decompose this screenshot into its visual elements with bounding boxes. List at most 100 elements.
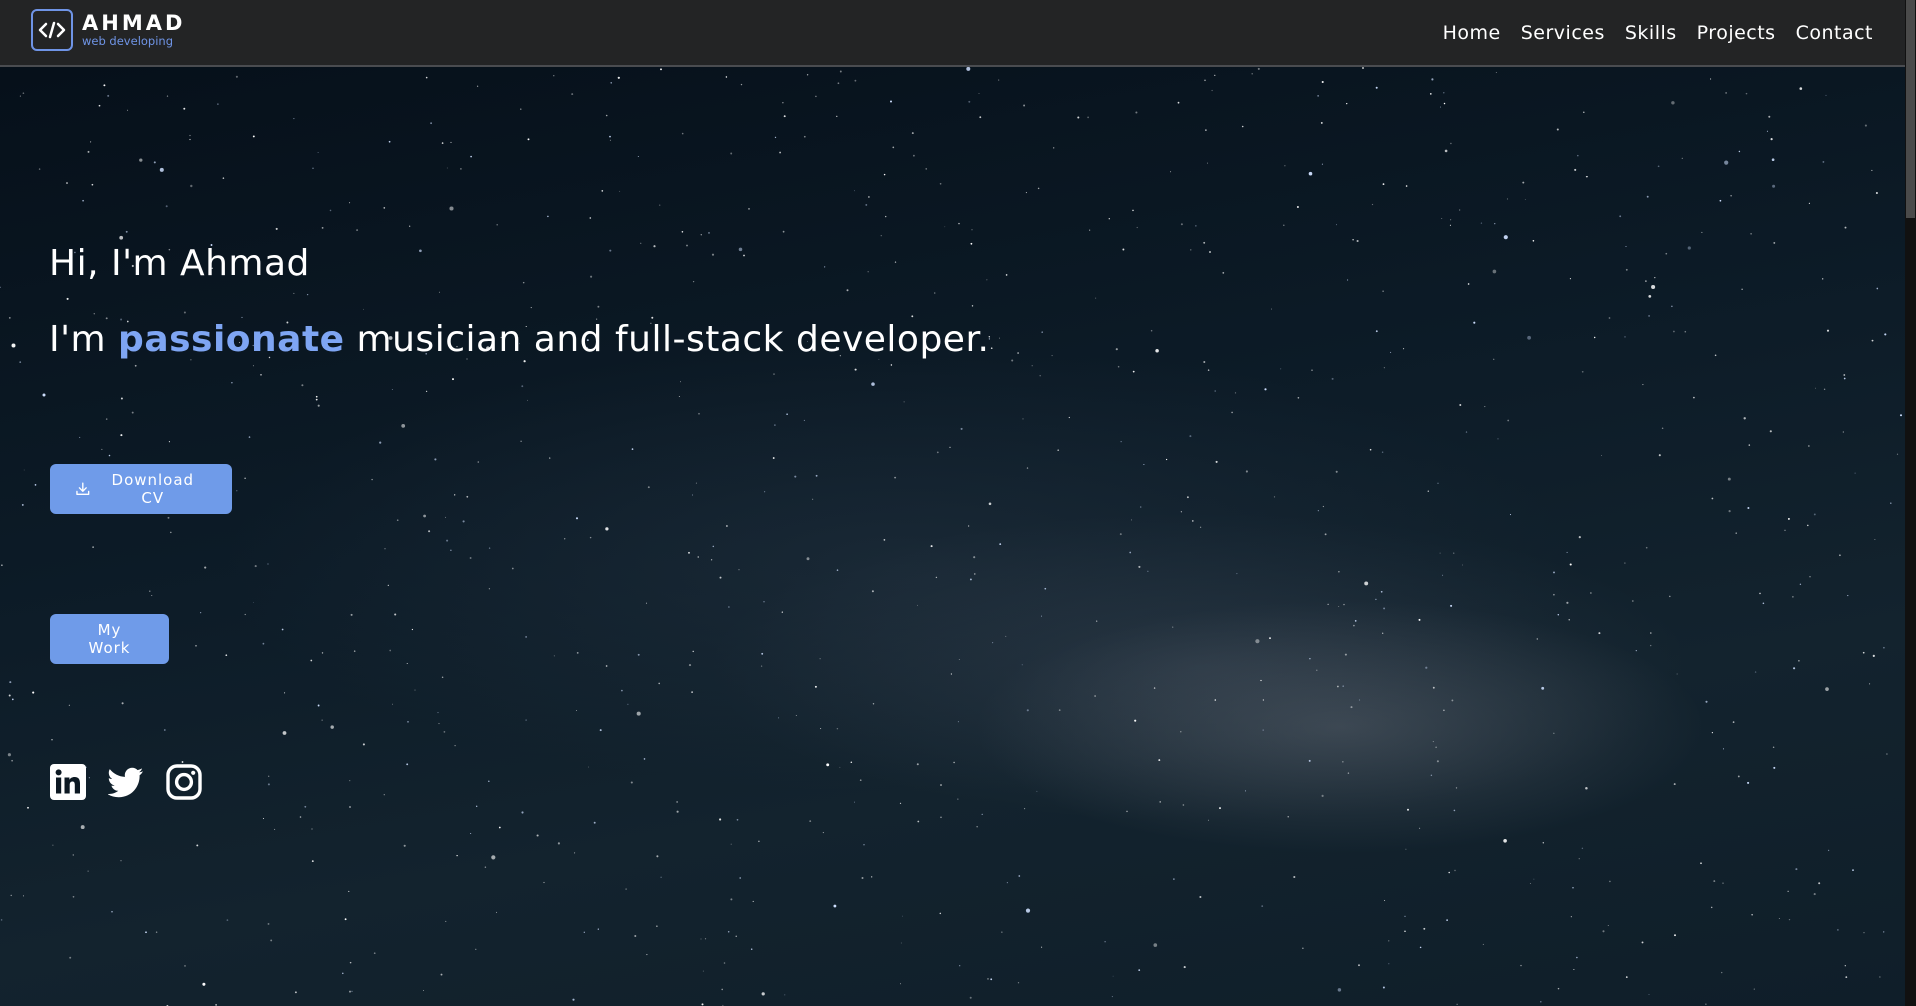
star — [1826, 329, 1830, 332]
star — [1219, 807, 1221, 810]
star — [1450, 142, 1452, 145]
star — [1453, 552, 1455, 554]
my-work-button[interactable]: My Work — [50, 614, 169, 664]
star — [476, 85, 479, 87]
star — [306, 293, 309, 296]
my-work-label: My Work — [88, 621, 131, 657]
tagline-suffix: musician and full-stack developer. — [356, 319, 990, 360]
star — [1390, 351, 1392, 353]
star — [1382, 986, 1385, 989]
star — [880, 235, 882, 237]
star — [861, 877, 864, 879]
star — [794, 475, 797, 478]
download-cv-label: Download CV — [111, 471, 195, 507]
star — [394, 613, 397, 616]
star — [235, 75, 238, 78]
star — [1542, 842, 1544, 844]
star — [1432, 686, 1435, 689]
star — [1308, 759, 1311, 762]
star — [438, 291, 440, 293]
star — [1309, 658, 1311, 660]
star — [1436, 760, 1439, 763]
star — [998, 79, 1000, 81]
star — [894, 476, 897, 479]
star — [782, 230, 785, 233]
star — [1186, 496, 1189, 499]
star — [1566, 551, 1568, 553]
star — [1773, 766, 1776, 769]
star — [761, 992, 765, 996]
star — [854, 79, 857, 82]
star — [170, 531, 172, 534]
nav-contact[interactable]: Contact — [1796, 22, 1873, 44]
star — [1568, 619, 1570, 621]
star — [23, 469, 25, 471]
star — [1648, 295, 1652, 298]
star — [1405, 848, 1407, 850]
star — [1576, 956, 1578, 959]
star — [1172, 626, 1174, 628]
star — [1126, 810, 1128, 813]
star — [1541, 686, 1545, 690]
star — [903, 401, 905, 403]
star — [1730, 195, 1732, 197]
star — [1155, 348, 1159, 353]
star — [973, 556, 976, 559]
star — [1026, 709, 1029, 712]
star — [1608, 317, 1611, 319]
star — [1138, 969, 1141, 971]
star — [1342, 685, 1344, 687]
star — [969, 578, 972, 581]
code-icon — [31, 9, 73, 51]
star — [1429, 93, 1432, 95]
brand-tagline: web developing — [82, 33, 174, 48]
star — [883, 173, 886, 176]
nav-skills[interactable]: Skills — [1625, 22, 1677, 44]
linkedin-link[interactable] — [50, 764, 86, 800]
star — [589, 217, 592, 219]
star — [1382, 183, 1385, 185]
brand-logo[interactable]: AHMAD web developing — [31, 9, 185, 51]
star — [1095, 297, 1097, 299]
star — [812, 498, 814, 500]
star — [786, 413, 788, 415]
star — [1297, 396, 1300, 399]
star — [1418, 618, 1421, 621]
star — [1439, 552, 1441, 554]
star — [1650, 632, 1652, 634]
star — [992, 642, 994, 644]
star — [778, 717, 780, 719]
star — [27, 806, 29, 809]
star — [475, 948, 477, 950]
star — [574, 852, 576, 854]
nav-services[interactable]: Services — [1521, 22, 1605, 44]
star — [241, 316, 243, 318]
star — [969, 996, 972, 999]
instagram-link[interactable] — [166, 764, 202, 800]
download-cv-button[interactable]: Download CV — [50, 464, 232, 514]
nav-home[interactable]: Home — [1443, 22, 1501, 44]
star — [1214, 699, 1217, 701]
star — [1674, 934, 1676, 937]
star — [401, 424, 406, 428]
star — [1883, 646, 1885, 649]
star — [1437, 482, 1439, 484]
star — [1609, 880, 1611, 883]
star — [294, 991, 297, 994]
star — [244, 477, 246, 479]
star — [1159, 801, 1161, 803]
star — [725, 76, 728, 78]
star — [833, 904, 837, 908]
scrollbar-thumb[interactable] — [1906, 0, 1915, 218]
page-scrollbar[interactable] — [1905, 0, 1916, 1006]
star — [1884, 333, 1887, 336]
star — [8, 317, 11, 319]
nav-projects[interactable]: Projects — [1697, 22, 1776, 44]
star — [90, 141, 92, 143]
star — [1654, 276, 1656, 279]
star — [1687, 246, 1691, 250]
twitter-link[interactable] — [108, 764, 144, 800]
star — [1451, 699, 1454, 702]
star — [1871, 169, 1873, 171]
star — [68, 704, 70, 706]
